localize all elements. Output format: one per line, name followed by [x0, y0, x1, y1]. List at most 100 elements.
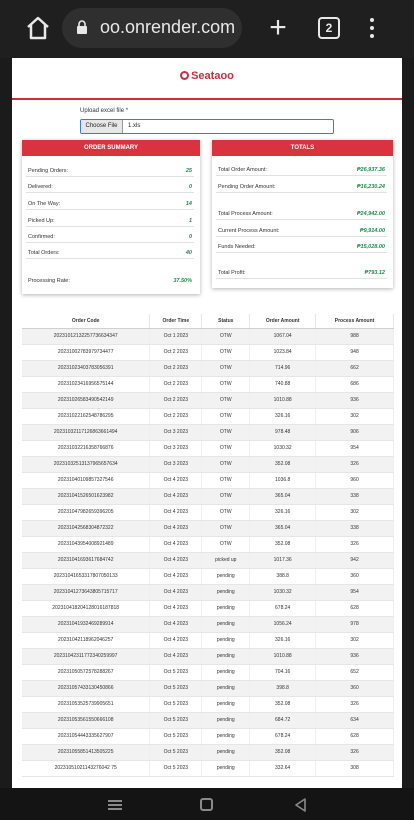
upload-label: Upload excel file * [80, 108, 129, 114]
tab-switcher-button[interactable]: 2 [318, 17, 340, 39]
cell-process-amount: 360 [315, 568, 394, 585]
cell-process-amount: 906 [315, 424, 394, 441]
summary-row: Delivered: 0 [26, 182, 194, 193]
cell-order-time: Oct 5 2023 [149, 680, 203, 697]
totals-row: Funds Needed: ₱15,028.00 [216, 242, 387, 253]
table-row: 20231050572578288267 Oct 5 2023 pending 704… [22, 664, 394, 681]
cell-order-code: 20231022162548786295 [22, 408, 151, 425]
cell-status: picked up [201, 552, 251, 569]
cell-process-amount: 302 [315, 504, 394, 521]
cell-status: pending [201, 680, 251, 697]
cell-order-amount: 352.08 [249, 456, 317, 473]
address-bar[interactable]: oo.onrender.com [62, 8, 242, 48]
cell-status: OTW [201, 504, 251, 521]
cell-order-code: 20231053525739905651 [22, 696, 151, 713]
cell-status: OTW [201, 344, 251, 361]
table-header-row: Order Code Order Time Status Order Amoun… [22, 314, 394, 329]
table-row: 20231023416956575144 Oct 2 2023 OTW 740.88 6… [22, 376, 394, 393]
cell-status: OTW [201, 408, 251, 425]
totals-card: TOTALS Total Order Amount: ₱26,937.36 Pen… [212, 140, 393, 288]
cell-order-time: Oct 2 2023 [149, 376, 203, 393]
header-process-amount[interactable]: Process Amount [315, 314, 394, 329]
table-row: 20231053561550666108 Oct 5 2023 pending 684… [22, 712, 394, 729]
cell-status: pending [201, 600, 251, 617]
site-header: Seataoo [12, 58, 402, 100]
table-row: 20231041653317807050133 Oct 4 2023 pending… [22, 568, 394, 585]
cell-status: OTW [201, 488, 251, 505]
totals-row: Pending Order Amount: ₱16,230.24 [216, 182, 387, 193]
cell-order-time: Oct 2 2023 [149, 344, 203, 361]
cell-process-amount: 978 [315, 616, 394, 633]
header-order-time[interactable]: Order Time [149, 314, 203, 329]
cell-order-amount: 1023.84 [249, 344, 317, 361]
logo-icon [180, 71, 190, 80]
cell-status: OTW [201, 520, 251, 537]
table-row: 20231032216358766876 Oct 3 2023 OTW 1030.32… [22, 440, 394, 457]
cell-order-time: Oct 4 2023 [149, 552, 203, 569]
cell-order-code: 20231042311772340259997 [22, 648, 151, 665]
header-order-code[interactable]: Order Code [22, 314, 151, 329]
cell-process-amount: 948 [315, 344, 394, 361]
cell-process-amount: 302 [315, 632, 394, 649]
totals-row: Total Profit: ₱793.12 [216, 268, 387, 279]
recent-apps-icon[interactable] [108, 800, 122, 810]
overflow-menu-icon[interactable] [362, 14, 382, 42]
home-icon[interactable] [24, 14, 52, 42]
header-order-amount[interactable]: Order Amount [249, 314, 317, 329]
cell-status: OTW [201, 456, 251, 473]
web-page: Seataoo Upload excel file * Choose File … [12, 58, 402, 788]
table-row: 20231041273643805715717 Oct 4 2023 pending… [22, 584, 394, 601]
table-row: 20231026583490542149 Oct 2 2023 OTW 1010.88… [22, 392, 394, 409]
table-row: 20231057433130450866 Oct 5 2023 pending 398… [22, 680, 394, 697]
choose-file-button[interactable]: Choose File [81, 120, 123, 133]
cell-order-code: 20231012132257736634347 [22, 328, 151, 345]
cell-status: OTW [201, 536, 251, 553]
cell-order-amount: 326.16 [249, 632, 317, 649]
totals-row: Total Order Amount: ₱26,937.36 [216, 165, 387, 176]
brand-logo[interactable]: Seataoo [12, 70, 402, 82]
cell-order-amount: 326.16 [249, 408, 317, 425]
cell-order-code: 20231051021143276042 75 [22, 760, 151, 777]
lock-icon [76, 20, 88, 34]
cell-order-amount: 1030.32 [249, 440, 317, 457]
cell-order-time: Oct 4 2023 [149, 472, 203, 489]
cell-process-amount: 326 [315, 456, 394, 473]
cell-order-time: Oct 4 2023 [149, 632, 203, 649]
cell-status: pending [201, 584, 251, 601]
table-row: 20231012132257736634347 Oct 1 2023 OTW 1067… [22, 328, 394, 345]
cell-order-amount: 1036.8 [249, 472, 317, 489]
cell-order-amount: 714.96 [249, 360, 317, 377]
cell-order-amount: 704.16 [249, 664, 317, 681]
cell-order-amount: 678.24 [249, 600, 317, 617]
table-row: 20231032117126863661494 Oct 3 2023 OTW 978.… [22, 424, 394, 441]
cell-order-code: 20231032216358766876 [22, 440, 151, 457]
cell-process-amount: 988 [315, 328, 394, 345]
table-row: 20231054443335627907 Oct 5 2023 pending 678… [22, 728, 394, 745]
totals-row: Current Process Amount: ₱9,914.00 [216, 226, 387, 237]
cell-order-amount: 326.16 [249, 504, 317, 521]
table-row: 20231041932469289914 Oct 4 2023 pending 105… [22, 616, 394, 633]
cell-order-time: Oct 2 2023 [149, 392, 203, 409]
table-row: 20231040109857327546 Oct 4 2023 OTW 1036.8 9… [22, 472, 394, 489]
cell-order-time: Oct 3 2023 [149, 424, 203, 441]
cell-process-amount: 628 [315, 728, 394, 745]
back-icon[interactable] [294, 798, 307, 812]
cell-order-amount: 365.04 [249, 520, 317, 537]
home-nav-icon[interactable] [200, 798, 213, 811]
cell-order-amount: 352.08 [249, 744, 317, 761]
cell-order-code: 20231042568304872322 [22, 520, 151, 537]
cell-process-amount: 954 [315, 440, 394, 457]
new-tab-icon[interactable]: + [266, 13, 290, 43]
header-status[interactable]: Status [201, 314, 251, 329]
cell-process-amount: 628 [315, 600, 394, 617]
cell-order-code: 20231023416956575144 [22, 376, 151, 393]
cell-order-amount: 332.64 [249, 760, 317, 777]
cell-order-time: Oct 2 2023 [149, 408, 203, 425]
cell-status: pending [201, 632, 251, 649]
cell-order-code: 20231041273643805715717 [22, 584, 151, 601]
cell-process-amount: 338 [315, 520, 394, 537]
cell-status: pending [201, 744, 251, 761]
cell-process-amount: 360 [315, 680, 394, 697]
file-input[interactable]: Choose File 1.xls [80, 119, 334, 134]
cell-order-amount: 1067.04 [249, 328, 317, 345]
